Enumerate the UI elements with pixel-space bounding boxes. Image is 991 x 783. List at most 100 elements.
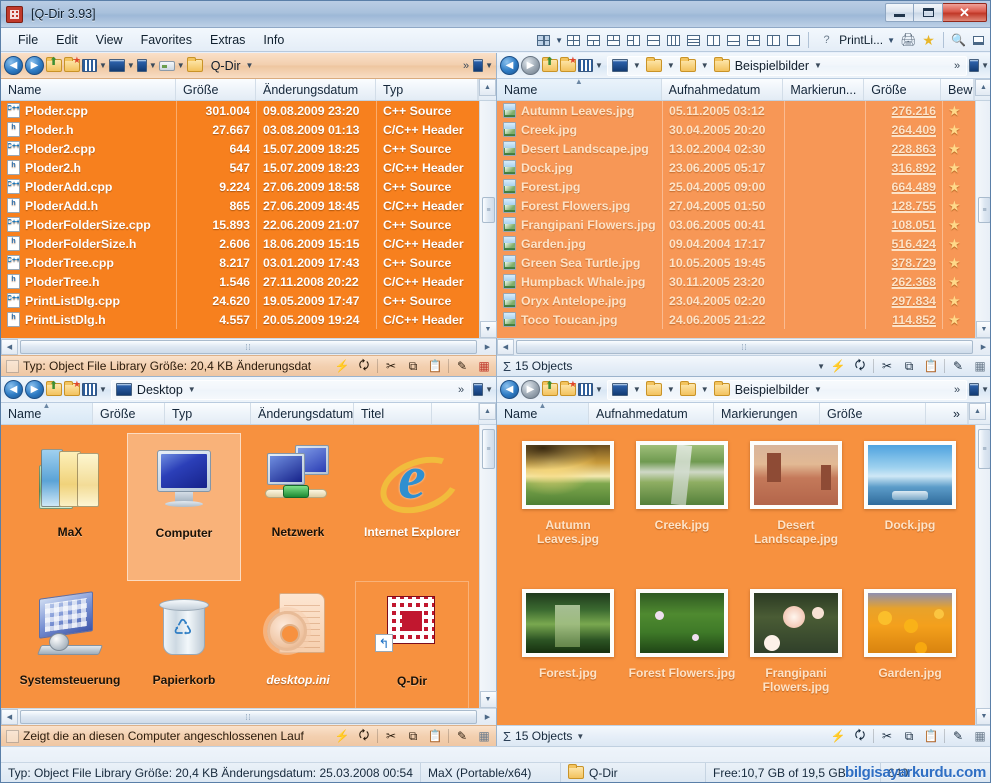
pictures-folder-icon-tr[interactable] [680, 59, 696, 72]
hscroll-track-bl[interactable]: ⁞⁞ [18, 709, 479, 725]
column-header-date-bl[interactable]: Änderungsdatum [251, 403, 354, 424]
layout-button-10[interactable] [744, 31, 763, 50]
pictures-folder-icon-br[interactable] [680, 383, 696, 396]
address-path-caret-tl[interactable]: ▼ [246, 61, 254, 70]
cut-icon-br[interactable]: ✂ [878, 728, 896, 745]
view-mode-caret-br[interactable]: ▼ [595, 385, 603, 394]
address-path-bl[interactable]: Desktop ▼ » [111, 380, 471, 400]
address-path-caret-br[interactable]: ▼ [814, 385, 822, 394]
pictures-caret-tr[interactable]: ▼ [701, 61, 709, 70]
desktop-icon-item[interactable]: MaX [13, 433, 127, 581]
table-row[interactable]: Forest Flowers.jpg27.04.2005 01:50128.75… [497, 196, 975, 215]
desktop-icon-tl[interactable] [109, 59, 125, 72]
cut-icon-bl[interactable]: ✂ [382, 728, 400, 745]
rename-icon-bl[interactable]: ✎ [453, 728, 471, 745]
address-extra-icon-tl[interactable] [473, 59, 483, 72]
column-header-tags-tr[interactable]: Markierun... [783, 79, 864, 100]
view-mode-icon-bl[interactable] [82, 383, 97, 396]
table-row[interactable]: C++Ploder.cpp301.00409.08.2009 23:20C++ … [1, 101, 479, 120]
hscroll-track-tl[interactable]: ⁞⁞ [18, 339, 479, 355]
address-overflow-chevron-bl[interactable]: » [458, 384, 464, 396]
rename-icon-tr[interactable]: ✎ [949, 358, 967, 375]
hscroll-left-button-bl[interactable]: ◀ [1, 709, 18, 725]
file-list-top-right[interactable]: Autumn Leaves.jpg05.11.2005 03:12276.216… [497, 101, 975, 338]
scroll-up-cap-tr[interactable]: ▲ [975, 79, 991, 96]
forward-button-br[interactable]: ▶ [521, 380, 540, 399]
menu-view[interactable]: View [87, 30, 132, 50]
hscroll-right-button-tr[interactable]: ▶ [975, 339, 991, 355]
rename-icon-tl[interactable]: ✎ [453, 358, 471, 375]
table-row[interactable]: hPloder.h27.66703.08.2009 01:13C/C++ Hea… [1, 120, 479, 139]
library-folder-icon-br[interactable] [646, 383, 662, 396]
column-header-size-tr[interactable]: Größe [864, 79, 941, 100]
view-mode-icon-br[interactable] [578, 383, 593, 396]
desktop-icon-item[interactable]: Systemsteuerung [13, 581, 127, 708]
refresh-icon-br[interactable]: 🗘 [851, 728, 869, 745]
desktop-caret-tl[interactable]: ▼ [127, 61, 135, 70]
table-row[interactable]: Dock.jpg23.06.2005 05:17316.892★ [497, 158, 975, 177]
column-header-title-bl[interactable]: Titel [354, 403, 432, 424]
view-mode-icon-tr[interactable] [578, 59, 593, 72]
horizontal-scrollbar-tl[interactable]: ◀ ⁞⁞ ▶ [1, 338, 496, 355]
table-row[interactable]: C++Ploder2.cpp64415.07.2009 18:25C++ Sou… [1, 139, 479, 158]
address-extra-caret-br[interactable]: ▼ [981, 385, 989, 394]
cut-icon-tr[interactable]: ✂ [878, 358, 896, 375]
copy-icon-tl[interactable]: ⧉ [404, 358, 422, 375]
column-header-size-bl[interactable]: Größe [93, 403, 165, 424]
layout-button-7[interactable] [684, 31, 703, 50]
status-checkbox-tl[interactable] [6, 360, 19, 373]
vertical-scrollbar-tl[interactable]: ≡ ▼ [479, 101, 496, 338]
layout-button-6[interactable] [664, 31, 683, 50]
printlist-caret[interactable]: ▼ [887, 36, 895, 45]
column-header-name-bl[interactable]: ▲ Name [1, 403, 93, 424]
table-row[interactable]: Frangipani Flowers.jpg03.06.2005 00:4110… [497, 215, 975, 234]
cut-icon-tl[interactable]: ✂ [382, 358, 400, 375]
paste-icon-tl[interactable]: 📋 [426, 358, 444, 375]
favorites-folder-icon-tr[interactable] [560, 59, 576, 72]
vertical-scrollbar-br[interactable]: ≡ ▼ [975, 425, 991, 725]
column-header-more-br[interactable]: » [926, 403, 968, 424]
address-path-tr[interactable]: ▼ ▼ ▼ Beispielbilder ▼ » [607, 56, 967, 76]
back-button-br[interactable]: ◀ [500, 380, 519, 399]
thumbnail-item[interactable]: Autumn Leaves.jpg [511, 435, 625, 583]
paste-icon-bl[interactable]: 📋 [426, 728, 444, 745]
address-extra-icon-bl[interactable] [473, 383, 483, 396]
horizontal-scrollbar-tr[interactable]: ◀ ⁞⁞ ▶ [497, 338, 991, 355]
computer-caret-tl[interactable]: ▼ [149, 61, 157, 70]
close-button[interactable]: ✕ [943, 3, 987, 22]
scroll-thumb-tl[interactable]: ≡ [482, 197, 495, 223]
hscroll-thumb-tr[interactable]: ⁞⁞ [516, 340, 973, 354]
menu-favorites[interactable]: Favorites [132, 30, 201, 50]
thumbnail-item[interactable]: Frangipani Flowers.jpg [739, 583, 853, 725]
qdir-chip-icon-bl[interactable]: ▦ [475, 728, 493, 745]
table-row[interactable]: C++PrintListDlg.cpp24.62019.05.2009 17:4… [1, 291, 479, 310]
address-overflow-chevron-tr[interactable]: » [954, 60, 960, 72]
view-mode-caret-tl[interactable]: ▼ [99, 61, 107, 70]
layout-button-11[interactable] [764, 31, 783, 50]
thumbnail-item[interactable]: Dock.jpg [853, 435, 967, 583]
horizontal-scrollbar-bl[interactable]: ◀ ⁞⁞ ▶ [1, 708, 496, 725]
table-row[interactable]: C++PloderFolderSize.cpp15.89322.06.2009 … [1, 215, 479, 234]
favorites-folder-icon-br[interactable] [560, 383, 576, 396]
maximize-button[interactable] [914, 3, 943, 22]
up-folder-icon-tr[interactable] [542, 59, 558, 72]
refresh-icon-tr[interactable]: 🗘 [851, 358, 869, 375]
table-row[interactable]: hPloderFolderSize.h2.60618.06.2009 15:15… [1, 234, 479, 253]
table-row[interactable]: hPloderTree.h1.54627.11.2008 20:22C/C++ … [1, 272, 479, 291]
minimize-tray-icon[interactable] [969, 31, 988, 50]
paste-icon-br[interactable]: 📋 [922, 728, 940, 745]
scroll-thumb-br[interactable]: ≡ [978, 429, 991, 469]
desktop-caret-br[interactable]: ▼ [633, 385, 641, 394]
desktop-icon-br[interactable] [612, 383, 628, 396]
menu-info[interactable]: Info [254, 30, 293, 50]
hscroll-left-button-tr[interactable]: ◀ [497, 339, 514, 355]
scroll-down-button-br[interactable]: ▼ [976, 708, 991, 725]
vertical-scrollbar-bl[interactable]: ≡ ▼ [479, 425, 496, 708]
hscroll-left-button-tl[interactable]: ◀ [1, 339, 18, 355]
layout-button-12[interactable] [784, 31, 803, 50]
address-path-caret-bl[interactable]: ▼ [188, 385, 196, 394]
scroll-down-button-tr[interactable]: ▼ [976, 321, 991, 338]
thumbnail-item[interactable]: Forest.jpg [511, 583, 625, 725]
table-row[interactable]: Forest.jpg25.04.2005 09:00664.489★ [497, 177, 975, 196]
library-caret-br[interactable]: ▼ [667, 385, 675, 394]
